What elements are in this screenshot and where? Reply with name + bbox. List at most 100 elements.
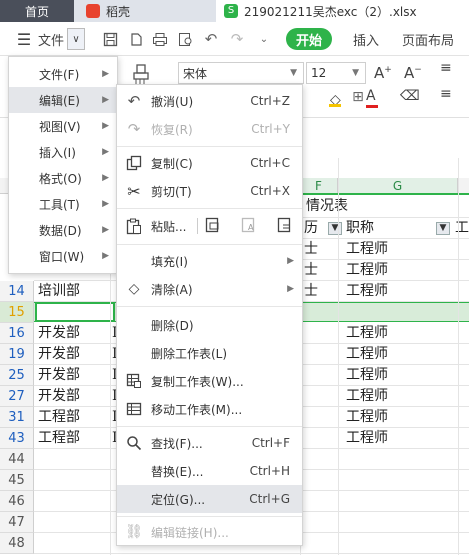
menu-item-label: 格式(O) xyxy=(39,171,82,186)
row-header[interactable]: 47 xyxy=(0,512,34,533)
edit-submenu: ↶ 撤消(U) Ctrl+Z ↷ 恢复(R) Ctrl+Y 复制(C) Ctrl… xyxy=(116,84,303,546)
row-header[interactable]: 31 xyxy=(0,407,34,428)
chevron-down-icon[interactable]: ∨ xyxy=(67,28,85,50)
col-g-label: G xyxy=(392,179,403,193)
hamburger-icon[interactable]: ☰ xyxy=(14,28,34,50)
menu-item-paste[interactable]: 粘贴... A xyxy=(117,211,302,241)
tab-home-label: 首页 xyxy=(24,4,49,19)
menu-item-tools[interactable]: 工具(T) ▶ xyxy=(9,191,117,217)
row-header[interactable]: 16 xyxy=(0,323,34,344)
more-chevron-icon[interactable]: ⌄ xyxy=(256,28,272,50)
menu-item-clear[interactable]: ◇ 清除(A) ▶ xyxy=(117,275,302,303)
menu-item-replace[interactable]: 替换(E)... Ctrl+H xyxy=(117,457,302,485)
row-header[interactable]: 27 xyxy=(0,386,34,407)
cell-g: 工程师 xyxy=(346,262,388,278)
menu-item-move-sheet[interactable]: 移动工作表(M)... xyxy=(117,395,302,423)
cell-g: 工程师 xyxy=(346,325,388,341)
menu-item-insert[interactable]: 插入(I) ▶ xyxy=(9,139,117,165)
menu-item-view[interactable]: 视图(V) ▶ xyxy=(9,113,117,139)
menu-item-undo[interactable]: ↶ 撤消(U) Ctrl+Z xyxy=(117,87,302,115)
menu-item-delete[interactable]: 删除(D) xyxy=(117,311,302,339)
row-header[interactable]: 46 xyxy=(0,491,34,512)
row-header[interactable]: 15 xyxy=(0,302,34,323)
menu-item-copy[interactable]: 复制(C) Ctrl+C xyxy=(117,149,302,177)
paste-special-icon[interactable] xyxy=(277,216,295,234)
row-header[interactable]: 48 xyxy=(0,533,34,554)
menu-item-label: 窗口(W) xyxy=(39,249,85,264)
chevron-down-icon: ▼ xyxy=(290,68,297,78)
font-grow-icon[interactable]: A+ xyxy=(374,64,400,86)
menu-item-file[interactable]: 文件(F) ▶ xyxy=(9,61,117,87)
tab-start[interactable]: 开始 xyxy=(286,28,332,50)
cell-f: 士 xyxy=(304,262,318,278)
chevron-right-icon: ▶ xyxy=(102,121,109,131)
row-header[interactable]: 43 xyxy=(0,428,34,449)
filter-icon[interactable]: ▼ xyxy=(436,222,450,235)
export-icon[interactable] xyxy=(126,28,146,50)
menu-item-label: 视图(V) xyxy=(39,119,81,134)
undo-icon[interactable]: ↶ xyxy=(202,28,220,50)
cell-g: 工程师 xyxy=(346,241,388,257)
link-icon: ⛓ xyxy=(125,524,143,540)
copy-sheet-icon xyxy=(125,372,143,390)
menu-item-data[interactable]: 数据(D) ▶ xyxy=(9,217,117,243)
font-name-value: 宋体 xyxy=(183,66,208,81)
active-cell[interactable] xyxy=(35,302,115,322)
copy-icon xyxy=(125,154,143,172)
cell-dept: 培训部 xyxy=(38,283,80,299)
cell-dept: 工程部 xyxy=(38,430,80,446)
eraser-icon[interactable]: ⌫ xyxy=(400,88,422,108)
font-shrink-icon[interactable]: A− xyxy=(404,64,430,86)
menu-item-fill[interactable]: 填充(I) ▶ xyxy=(117,247,302,275)
redo-icon[interactable]: ↷ xyxy=(228,28,246,50)
menu-item-cut[interactable]: ✂ 剪切(T) Ctrl+X xyxy=(117,177,302,205)
grid-line xyxy=(458,158,459,555)
font-size-select[interactable]: 12 ▼ xyxy=(306,62,366,84)
menu-item-goto[interactable]: 定位(G)... Ctrl+G xyxy=(117,485,302,513)
menu-item-edit-links[interactable]: ⛓ 编辑链接(H)... xyxy=(117,519,302,545)
align-icon[interactable]: ≡ xyxy=(440,86,456,106)
menu-item-format[interactable]: 格式(O) ▶ xyxy=(9,165,117,191)
docer-icon xyxy=(86,4,100,18)
row-header[interactable]: 19 xyxy=(0,344,34,365)
menu-item-edit[interactable]: 编辑(E) ▶ xyxy=(9,87,117,113)
font-color-icon[interactable]: A xyxy=(366,88,388,108)
grid-line xyxy=(338,158,339,555)
font-name-select[interactable]: 宋体 ▼ xyxy=(178,62,304,84)
row-header[interactable]: 14 xyxy=(0,281,34,302)
menu-item-window[interactable]: 窗口(W) ▶ xyxy=(9,243,117,269)
chevron-right-icon: ▶ xyxy=(287,256,294,266)
print-preview-icon[interactable] xyxy=(176,28,196,50)
print-icon[interactable] xyxy=(150,28,170,50)
tab-insert[interactable]: 插入 xyxy=(348,28,384,50)
paste-text-icon[interactable]: A xyxy=(241,216,259,234)
menu-separator xyxy=(117,426,302,427)
cell-f: 士 xyxy=(304,241,318,257)
chevron-right-icon: ▶ xyxy=(102,199,109,209)
tab-home[interactable]: 首页 xyxy=(0,0,74,22)
menu-item-redo[interactable]: ↷ 恢复(R) Ctrl+Y xyxy=(117,115,302,143)
row-header[interactable]: 45 xyxy=(0,470,34,491)
menu-item-delete-sheet[interactable]: 删除工作表(L) xyxy=(117,339,302,367)
tab-page-layout[interactable]: 页面布局 xyxy=(398,28,458,50)
row-header[interactable]: 44 xyxy=(0,449,34,470)
tab-docer[interactable]: 稻壳 xyxy=(78,0,208,22)
filter-icon[interactable]: ▼ xyxy=(328,222,342,235)
cell-g: 工程师 xyxy=(346,409,388,425)
menu-item-label: 替换(E)... xyxy=(151,464,204,479)
align-top-icon[interactable]: ≡ xyxy=(440,60,456,80)
cell-dept: 开发部 xyxy=(38,388,80,404)
column-header-f[interactable]: F xyxy=(300,178,338,194)
menu-item-find[interactable]: 查找(F)... Ctrl+F xyxy=(117,429,302,457)
paste-picture-icon[interactable] xyxy=(205,216,223,234)
file-menu-button[interactable]: 文件 xyxy=(36,28,66,50)
fill-color-icon[interactable]: ◇ xyxy=(328,88,352,108)
save-icon[interactable] xyxy=(100,28,120,50)
menu-item-copy-sheet[interactable]: 复制工作表(W)... xyxy=(117,367,302,395)
chevron-right-icon: ▶ xyxy=(102,95,109,105)
column-header-g[interactable]: G xyxy=(338,178,458,194)
tab-file[interactable]: S 219021211吴杰exc（2）.xlsx xyxy=(216,0,469,22)
shortcut-label: Ctrl+F xyxy=(251,436,290,450)
cell-g: 工程师 xyxy=(346,430,388,446)
row-header[interactable]: 25 xyxy=(0,365,34,386)
